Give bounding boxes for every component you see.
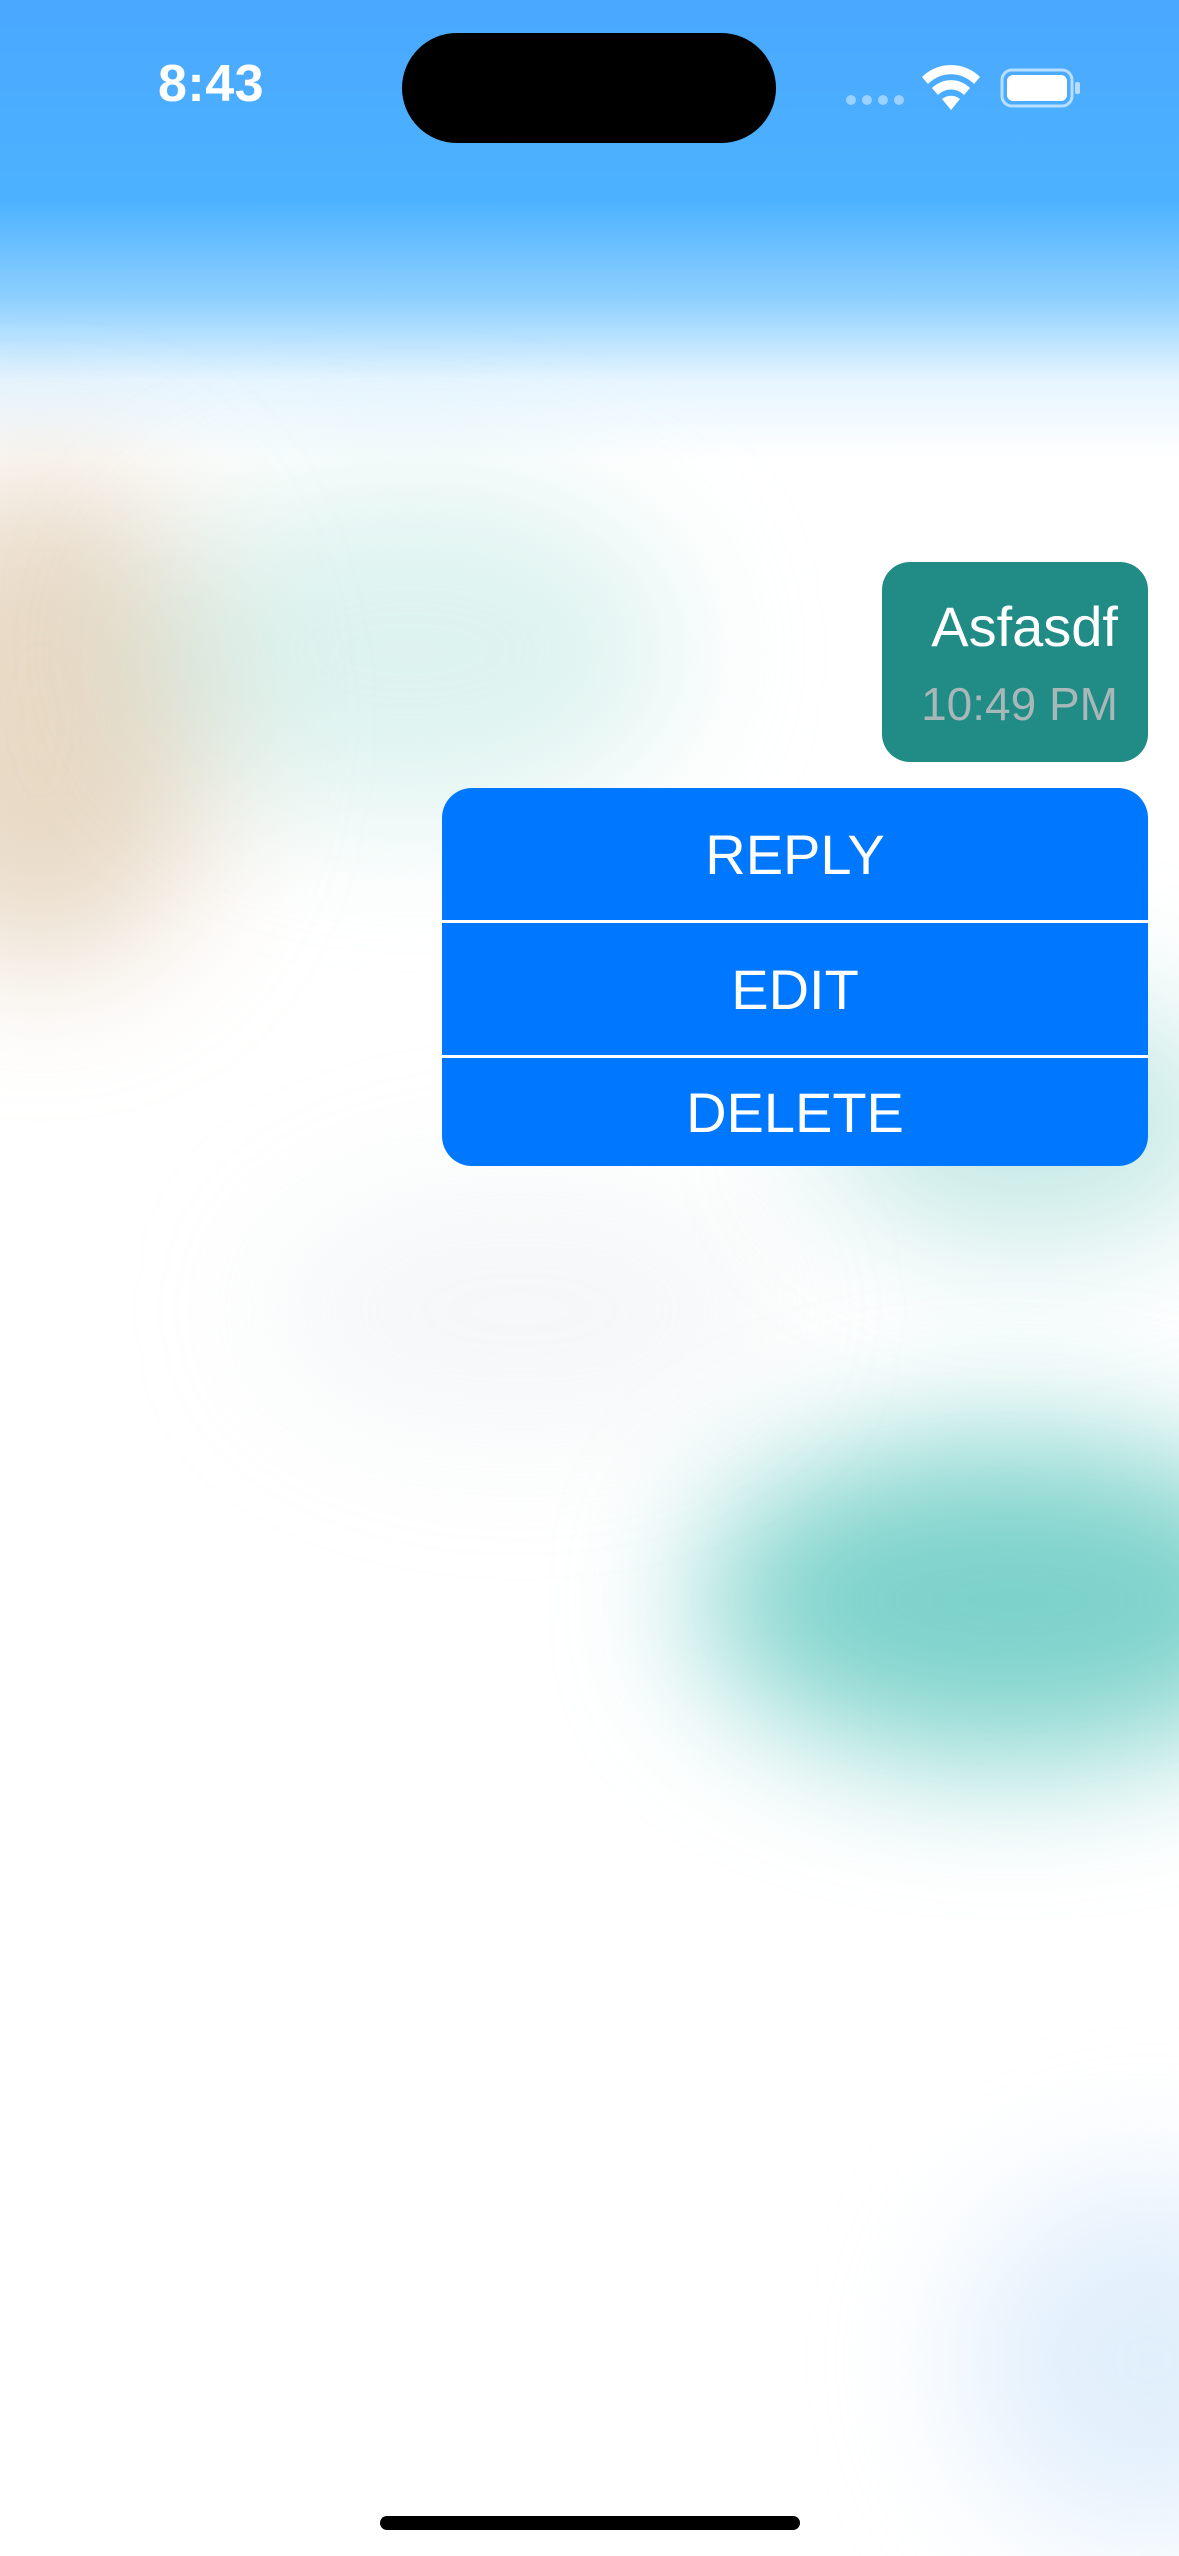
- wifi-icon: [922, 64, 980, 110]
- background-blur: [700, 1440, 1179, 1760]
- message-text: Asfasdf: [931, 595, 1118, 658]
- status-time: 8:43: [158, 55, 265, 113]
- home-indicator[interactable]: [380, 2516, 800, 2530]
- battery-icon: [1000, 68, 1080, 108]
- reply-button[interactable]: REPLY: [442, 788, 1148, 920]
- edit-button[interactable]: EDIT: [442, 923, 1148, 1055]
- background-blur: [260, 1180, 780, 1440]
- background-blur: [140, 480, 680, 820]
- message-timestamp: 10:49 PM: [921, 678, 1118, 730]
- chat-screen: 8:43 Asfasdf 10:49 PM REPLY EDIT DELETE: [0, 0, 1179, 2556]
- delete-button[interactable]: DELETE: [442, 1058, 1148, 1166]
- message-context-menu: REPLY EDIT DELETE: [442, 788, 1148, 1166]
- dynamic-island: [402, 33, 776, 143]
- message-bubble[interactable]: Asfasdf 10:49 PM: [882, 562, 1148, 762]
- signal-dots-icon: [846, 95, 904, 105]
- background-blur: [960, 2180, 1179, 2540]
